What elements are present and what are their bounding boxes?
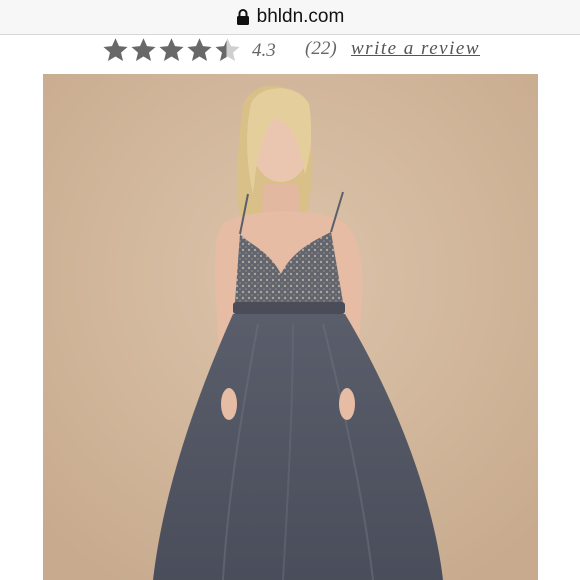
star-icon — [159, 38, 184, 62]
product-photo[interactable] — [43, 74, 538, 580]
product-rating: 4.3 (22) write a review — [0, 34, 580, 68]
star-icon — [131, 38, 156, 62]
star-icon — [103, 38, 128, 62]
browser-url-bar[interactable]: bhldn.com — [0, 0, 580, 35]
rating-score: 4.3 — [252, 40, 276, 61]
write-review-link[interactable]: write a review — [351, 38, 480, 60]
url-domain: bhldn.com — [256, 6, 345, 27]
star-rating — [102, 36, 242, 64]
lock-icon — [236, 8, 250, 26]
star-half-icon — [215, 38, 240, 62]
star-icon — [187, 38, 212, 62]
review-count: (22) — [305, 38, 337, 59]
